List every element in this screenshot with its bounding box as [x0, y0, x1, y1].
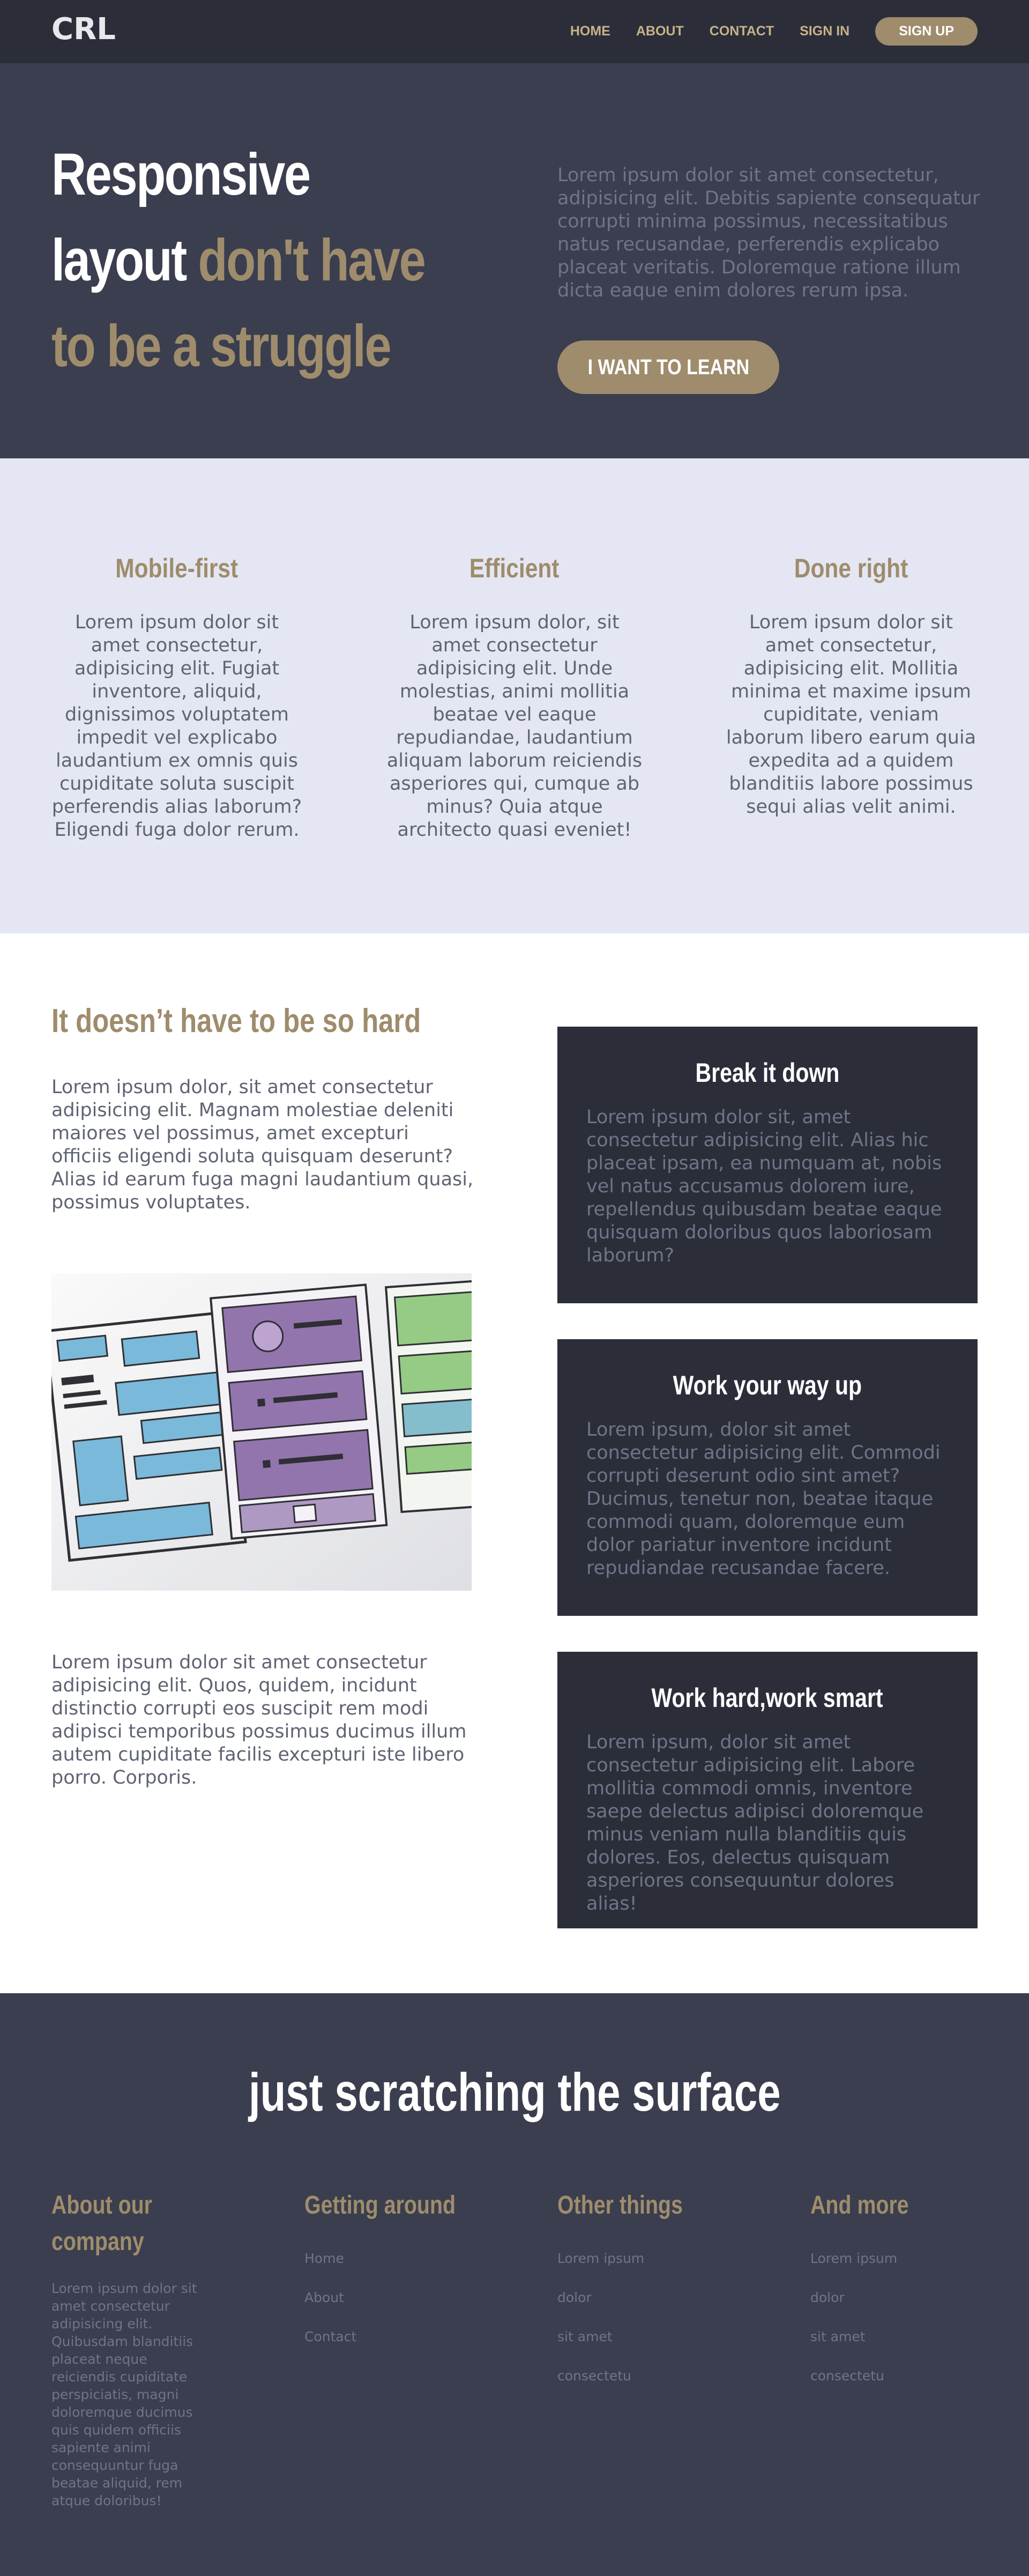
- card-title-text: Break it down: [695, 1058, 840, 1088]
- hero-section: Responsive layout don't have to be a str…: [0, 63, 1029, 458]
- sign-up-button[interactable]: SIGN UP: [875, 17, 978, 46]
- footer-links: Home About Contact: [304, 2250, 481, 2345]
- content-paragraph-1: Lorem ipsum dolor, sit amet consectetur …: [51, 1077, 474, 1213]
- content-paragraph-2: Lorem ipsum dolor sit amet consectetur a…: [51, 1652, 467, 1788]
- card-text: Lorem ipsum, dolor sit amet consectetur …: [586, 1732, 924, 1914]
- footer-column-getting-around: Getting around Home About Contact: [304, 2187, 481, 2367]
- site-footer: just scratching the surface About our co…: [0, 1993, 1029, 2576]
- hero-title-line3: to be a struggle: [51, 313, 392, 379]
- footer-link-home[interactable]: Home: [304, 2250, 481, 2267]
- hero-title-accent: don't have: [198, 227, 426, 293]
- footer-links: Lorem ipsum dolor sit amet consectetu: [810, 2250, 987, 2385]
- footer-link-about[interactable]: About: [304, 2289, 481, 2306]
- footer-title-text: just scratching the surface: [248, 2062, 781, 2122]
- feature-title: Mobile-first: [48, 552, 305, 584]
- card-work-hard-work-smart: Work hard,work smart Lorem ipsum, dolor …: [557, 1652, 978, 1928]
- card-title: Work your way up: [586, 1369, 949, 1401]
- feature-text: Lorem ipsum dolor sit amet consectetur, …: [726, 612, 976, 818]
- content-section: It doesn’t have to be so hard Lorem ipsu…: [0, 933, 1029, 1993]
- feature-title-text: Mobile-first: [115, 553, 238, 583]
- footer-column-other-things: Other things Lorem ipsum dolor sit amet …: [557, 2187, 734, 2406]
- card-title-text: Work your way up: [673, 1370, 862, 1400]
- footer-link[interactable]: consectetu: [557, 2367, 734, 2385]
- card-title-text: Work hard,work smart: [651, 1683, 884, 1713]
- nav-link-about[interactable]: ABOUT: [636, 24, 684, 39]
- hero-description: Lorem ipsum dolor sit amet consectetur, …: [557, 165, 980, 301]
- footer-about-text: Lorem ipsum dolor sit amet consectetur a…: [51, 2281, 197, 2508]
- feature-mobile-first: Mobile-first Lorem ipsum dolor sit amet …: [48, 552, 305, 842]
- site-logo[interactable]: CRL: [51, 12, 116, 47]
- hero-title-line2: layout: [51, 227, 198, 293]
- hero-title-line1: Responsive: [51, 142, 311, 207]
- learn-button-label: I WANT TO LEARN: [587, 355, 749, 379]
- footer-link[interactable]: consectetu: [810, 2367, 987, 2385]
- wireframe-sketch-image: [51, 1273, 472, 1591]
- feature-done-right: Done right Lorem ipsum dolor sit amet co…: [722, 552, 980, 819]
- content-title: It doesn’t have to be so hard: [51, 1003, 421, 1040]
- feature-title-text: Done right: [794, 553, 908, 583]
- footer-link[interactable]: sit amet: [810, 2328, 987, 2345]
- card-work-your-way-up: Work your way up Lorem ipsum, dolor sit …: [557, 1339, 978, 1616]
- footer-column-title: Getting around: [304, 2191, 456, 2219]
- top-navbar: CRL HOME ABOUT CONTACT SIGN IN SIGN UP: [0, 0, 1029, 63]
- nav-link-home[interactable]: HOME: [570, 24, 610, 39]
- footer-links: Lorem ipsum dolor sit amet consectetu: [557, 2250, 734, 2385]
- footer-column-title: And more: [810, 2191, 909, 2219]
- learn-button[interactable]: I WANT TO LEARN: [557, 340, 779, 394]
- feature-efficient: Efficient Lorem ipsum dolor, sit amet co…: [386, 552, 643, 842]
- nav-links: HOME ABOUT CONTACT SIGN IN SIGN UP: [570, 16, 978, 46]
- wireframe-sketch-illustration: [51, 1273, 472, 1591]
- feature-text: Lorem ipsum dolor, sit amet consectetur …: [386, 612, 643, 841]
- footer-title: just scratching the surface: [0, 2063, 1029, 2122]
- card-title: Break it down: [586, 1057, 949, 1089]
- footer-column-title: About our company: [51, 2191, 152, 2256]
- footer-link[interactable]: sit amet: [557, 2328, 734, 2345]
- nav-link-contact[interactable]: CONTACT: [710, 24, 774, 39]
- footer-link[interactable]: dolor: [557, 2289, 734, 2306]
- footer-link[interactable]: dolor: [810, 2289, 987, 2306]
- feature-text: Lorem ipsum dolor sit amet consectetur, …: [51, 612, 302, 841]
- feature-title-text: Efficient: [469, 553, 560, 583]
- feature-title: Done right: [722, 552, 980, 584]
- footer-link[interactable]: Lorem ipsum: [810, 2250, 987, 2267]
- footer-column-title: Other things: [557, 2191, 683, 2219]
- card-text: Lorem ipsum dolor sit, amet consectetur …: [586, 1107, 942, 1266]
- footer-column-and-more: And more Lorem ipsum dolor sit amet cons…: [810, 2187, 987, 2406]
- card-break-it-down: Break it down Lorem ipsum dolor sit, ame…: [557, 1027, 978, 1303]
- hero-title: Responsive layout don't have to be a str…: [51, 132, 438, 389]
- feature-title: Efficient: [386, 552, 643, 584]
- card-title: Work hard,work smart: [586, 1682, 949, 1714]
- footer-column-about: About our company Lorem ipsum dolor sit …: [51, 2187, 228, 2510]
- nav-link-sign-in[interactable]: SIGN IN: [800, 24, 849, 39]
- features-section: Mobile-first Lorem ipsum dolor sit amet …: [0, 458, 1029, 933]
- card-text: Lorem ipsum, dolor sit amet consectetur …: [586, 1419, 941, 1579]
- footer-link[interactable]: Lorem ipsum: [557, 2250, 734, 2267]
- footer-link-contact[interactable]: Contact: [304, 2328, 481, 2345]
